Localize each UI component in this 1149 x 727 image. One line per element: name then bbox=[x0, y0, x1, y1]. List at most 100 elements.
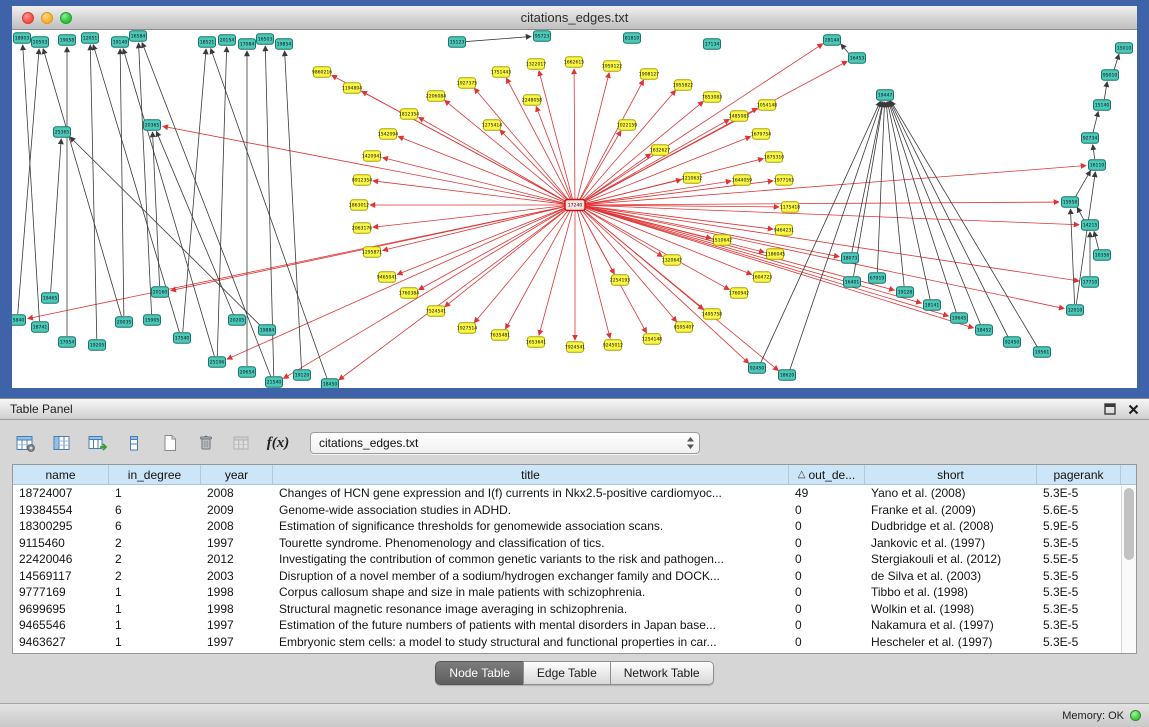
table-row[interactable]: 1830029562008Estimation of significance … bbox=[13, 518, 1121, 535]
tab-edge-table[interactable]: Edge Table bbox=[523, 661, 611, 685]
network-node[interactable]: 19465 bbox=[42, 293, 59, 304]
table-settings-button[interactable] bbox=[12, 430, 40, 456]
table-row[interactable]: 1456911722003Disruption of a novel membe… bbox=[13, 568, 1121, 585]
table-row[interactable]: 2242004622012Investigating the contribut… bbox=[13, 551, 1121, 568]
column-header-name[interactable]: name bbox=[13, 465, 109, 484]
column-header-title[interactable]: title bbox=[273, 465, 789, 484]
network-node[interactable]: 1760384 bbox=[399, 288, 420, 299]
network-node[interactable]: 16401 bbox=[844, 277, 861, 288]
row-tools-button[interactable] bbox=[120, 430, 148, 456]
network-node[interactable]: 15905 bbox=[144, 315, 161, 326]
network-node[interactable]: 92450 bbox=[1004, 337, 1021, 348]
network-node[interactable]: 9245012 bbox=[603, 340, 624, 351]
network-node[interactable]: 12010 bbox=[1067, 305, 1084, 316]
network-node[interactable]: 15840 bbox=[12, 315, 26, 326]
minimize-window-button[interactable] bbox=[41, 12, 53, 24]
column-header-out-de[interactable]: △out_de... bbox=[789, 465, 865, 484]
float-panel-button[interactable] bbox=[1104, 403, 1116, 415]
network-node[interactable]: 20365 bbox=[144, 120, 161, 131]
window-titlebar[interactable]: citations_edges.txt bbox=[12, 6, 1137, 30]
network-node[interactable]: 2206084 bbox=[426, 91, 447, 102]
network-node[interactable]: 18620 bbox=[779, 370, 796, 381]
network-node[interactable]: 16453 bbox=[849, 53, 866, 64]
delete-column-button[interactable] bbox=[192, 430, 220, 456]
citation-network-graph[interactable]: 1890320503190581205119140165841852120154… bbox=[12, 30, 1137, 388]
table-row[interactable]: 977716911998Corpus callosum shape and si… bbox=[13, 584, 1121, 601]
network-node[interactable]: 1420941 bbox=[362, 151, 383, 162]
network-node[interactable]: 92734 bbox=[1082, 133, 1099, 144]
tab-node-table[interactable]: Node Table bbox=[435, 661, 524, 685]
close-window-button[interactable] bbox=[22, 12, 34, 24]
network-node[interactable]: 18073 bbox=[842, 253, 859, 264]
network-node[interactable]: 17540 bbox=[174, 333, 191, 344]
network-node[interactable]: 1644059 bbox=[732, 175, 753, 186]
vertical-scrollbar[interactable] bbox=[1121, 486, 1136, 653]
network-node[interactable]: 7924541 bbox=[565, 342, 586, 353]
table-row[interactable]: 911546021997Tourette syndrome. Phenomeno… bbox=[13, 535, 1121, 552]
network-node[interactable]: 1875310 bbox=[764, 152, 785, 163]
network-node[interactable]: 1927375 bbox=[457, 78, 478, 89]
network-node[interactable]: 19645 bbox=[951, 313, 968, 324]
network-node[interactable]: 20654 bbox=[239, 367, 256, 378]
network-node[interactable]: 19854 bbox=[276, 39, 293, 50]
table-row[interactable]: 969969511998Structural magnetic resonanc… bbox=[13, 601, 1121, 618]
column-chooser-button[interactable] bbox=[48, 430, 76, 456]
network-node[interactable]: 1495758 bbox=[702, 309, 723, 320]
column-header-short[interactable]: short bbox=[865, 465, 1037, 484]
network-node[interactable]: 25106 bbox=[209, 357, 226, 368]
network-node[interactable]: 10356 bbox=[1094, 250, 1111, 261]
scrollbar-thumb[interactable] bbox=[1124, 488, 1134, 560]
network-node[interactable]: 17240 bbox=[565, 200, 585, 211]
network-node[interactable]: 1751443 bbox=[491, 67, 512, 78]
network-node[interactable]: 1022159 bbox=[617, 120, 638, 131]
network-node[interactable]: 20154 bbox=[219, 35, 236, 46]
network-node[interactable]: 1908127 bbox=[639, 69, 660, 80]
network-node[interactable]: 1927514 bbox=[457, 323, 478, 334]
network-node[interactable]: 19120 bbox=[294, 370, 311, 381]
network-node[interactable]: 17084 bbox=[239, 39, 256, 50]
table-row[interactable]: 946362711997Embryonic stem cells: a mode… bbox=[13, 634, 1121, 651]
network-node[interactable]: 19884 bbox=[259, 325, 276, 336]
network-node[interactable]: 8595407 bbox=[674, 322, 695, 333]
table-selector-combobox[interactable]: citations_edges.txt bbox=[310, 432, 700, 454]
zoom-window-button[interactable] bbox=[60, 12, 72, 24]
network-node[interactable]: 16503 bbox=[257, 34, 274, 45]
network-node[interactable]: 19205 bbox=[89, 340, 106, 351]
network-node[interactable]: 20503 bbox=[32, 37, 49, 48]
network-node[interactable]: 28144 bbox=[824, 35, 841, 46]
network-node[interactable]: 1510642 bbox=[712, 235, 733, 246]
network-node[interactable]: 18521 bbox=[199, 37, 216, 48]
network-node[interactable]: 1186045 bbox=[765, 249, 786, 260]
network-node[interactable]: 18903 bbox=[14, 33, 31, 44]
network-node[interactable]: 1604723 bbox=[752, 272, 773, 283]
network-node[interactable]: 1210632 bbox=[682, 173, 703, 184]
network-node[interactable]: 1632627 bbox=[650, 145, 671, 156]
tab-network-table[interactable]: Network Table bbox=[610, 661, 714, 685]
network-node[interactable]: 17134 bbox=[704, 39, 721, 50]
network-node[interactable]: 1977163 bbox=[774, 175, 795, 186]
network-canvas[interactable]: 1890320503190581205119140165841852120154… bbox=[12, 30, 1137, 388]
network-node[interactable]: 95723 bbox=[534, 31, 551, 42]
create-column-button[interactable] bbox=[156, 430, 184, 456]
network-node[interactable]: 1542094 bbox=[378, 129, 399, 140]
network-node[interactable]: 1760942 bbox=[729, 288, 750, 299]
column-header-pagerank[interactable]: pagerank bbox=[1037, 465, 1121, 484]
network-node[interactable]: 1322017 bbox=[526, 59, 547, 70]
network-node[interactable]: 18741 bbox=[32, 322, 49, 333]
network-node[interactable]: 81810 bbox=[624, 33, 641, 44]
network-node[interactable]: 15958 bbox=[1062, 197, 1079, 208]
network-node[interactable]: 9465041 bbox=[377, 272, 398, 283]
network-node[interactable]: 7524541 bbox=[426, 306, 447, 317]
network-node[interactable]: 19561 bbox=[1034, 347, 1051, 358]
network-node[interactable]: 92450 bbox=[749, 363, 766, 374]
network-node[interactable]: 15140 bbox=[1094, 100, 1111, 111]
network-node[interactable]: 18452 bbox=[976, 325, 993, 336]
network-node[interactable]: 7635481 bbox=[490, 330, 511, 341]
network-node[interactable]: 16584 bbox=[130, 31, 147, 42]
network-node[interactable]: 8912354 bbox=[352, 175, 373, 186]
network-node[interactable]: 2254193 bbox=[610, 275, 631, 286]
network-node[interactable]: 7853083 bbox=[702, 92, 723, 103]
network-node[interactable]: 1295871 bbox=[362, 247, 383, 258]
table-export-button[interactable] bbox=[84, 430, 112, 456]
network-node[interactable]: 16110 bbox=[1089, 160, 1106, 171]
